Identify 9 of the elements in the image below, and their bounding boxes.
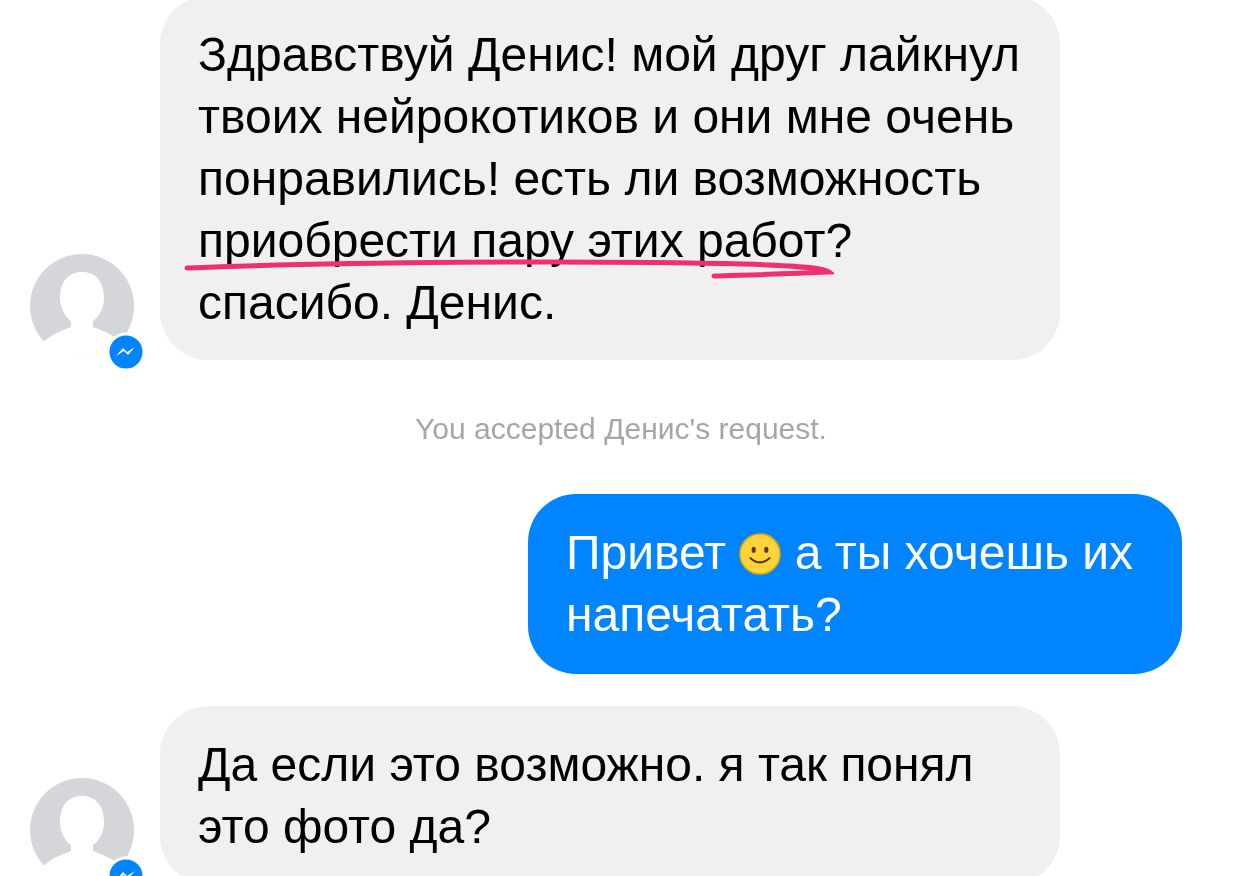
message-text: Привет [566,526,727,579]
message-text: а ты хочешь их [794,526,1134,579]
avatar-icon [30,254,134,358]
message-text: Да если это возможно. я так понял это фото да? [198,737,975,855]
system-notice: You accepted Денис's request. [415,412,827,446]
message-text: напечатать? [566,588,842,641]
smiley-icon [739,533,782,575]
message-text: Здравствуй Денис! мой друг лайкнул твоих нейрокотиков и они мне очень понравились! есть ли возможность приобрести пару этих работ? спасибо. Денис. [198,27,1021,331]
messenger-badge-icon [106,332,146,372]
